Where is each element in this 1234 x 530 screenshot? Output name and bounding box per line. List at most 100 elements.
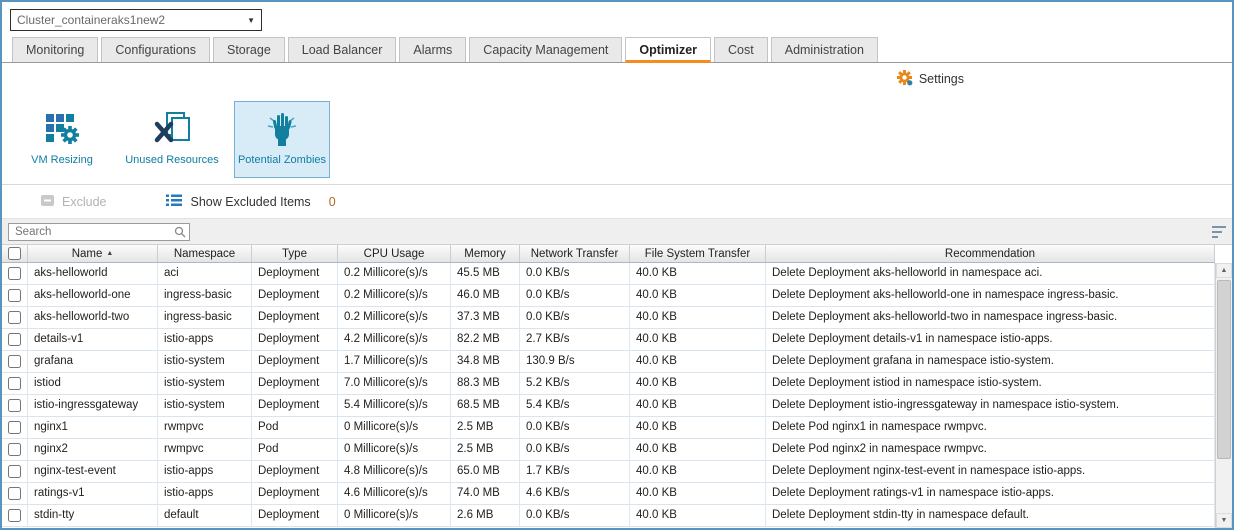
column-header-file-system-transfer[interactable]: File System Transfer — [630, 245, 766, 262]
table-row[interactable]: stdin-ttydefaultDeployment0 Millicore(s)… — [2, 505, 1215, 527]
cell-memory: 45.5 MB — [451, 263, 520, 285]
cell-rec: Delete Pod nginx1 in namespace rwmpvc. — [766, 417, 1215, 439]
table-row[interactable]: istio-ingressgatewayistio-systemDeployme… — [2, 395, 1215, 417]
table-row[interactable]: details-v1istio-appsDeployment4.2 Millic… — [2, 329, 1215, 351]
select-all-checkbox[interactable] — [8, 247, 21, 260]
table-scrollbar[interactable]: ▲ ▼ — [1215, 263, 1232, 528]
cluster-selector-value: Cluster_containeraks1new2 — [17, 13, 165, 27]
tab-optimizer[interactable]: Optimizer — [625, 37, 711, 63]
cell-name: grafana — [28, 351, 158, 373]
cell-memory: 82.2 MB — [451, 329, 520, 351]
cell-rec: Delete Deployment istiod in namespace is… — [766, 373, 1215, 395]
tab-administration[interactable]: Administration — [771, 37, 878, 62]
cell-namespace: istio-system — [158, 373, 252, 395]
cell-network: 0.0 KB/s — [520, 307, 630, 329]
cell-cpu: 0 Millicore(s)/s — [338, 505, 451, 527]
row-checkbox[interactable] — [8, 289, 21, 302]
exclude-button[interactable]: Exclude — [40, 194, 106, 210]
row-checkbox-cell — [2, 373, 28, 395]
exclude-label: Exclude — [62, 195, 106, 209]
row-checkbox[interactable] — [8, 487, 21, 500]
table-row[interactable]: nginx-test-eventistio-appsDeployment4.8 … — [2, 461, 1215, 483]
row-checkbox[interactable] — [8, 267, 21, 280]
column-header-type[interactable]: Type — [252, 245, 338, 262]
row-checkbox[interactable] — [8, 333, 21, 346]
table-row[interactable]: istiodistio-systemDeployment7.0 Millicor… — [2, 373, 1215, 395]
table-options-icon[interactable] — [1212, 226, 1226, 238]
cell-network: 130.9 B/s — [520, 351, 630, 373]
cell-name: istio-ingressgateway — [28, 395, 158, 417]
cell-memory: 65.0 MB — [451, 461, 520, 483]
cell-fs: 40.0 KB — [630, 439, 766, 461]
row-checkbox[interactable] — [8, 465, 21, 478]
cell-name: aks-helloworld-one — [28, 285, 158, 307]
cell-fs: 40.0 KB — [630, 505, 766, 527]
cell-name: istiod — [28, 373, 158, 395]
row-checkbox-cell — [2, 263, 28, 285]
tab-monitoring[interactable]: Monitoring — [12, 37, 98, 62]
column-header-network-transfer[interactable]: Network Transfer — [520, 245, 630, 262]
row-checkbox-cell — [2, 285, 28, 307]
column-header-namespace[interactable]: Namespace — [158, 245, 252, 262]
cell-fs: 40.0 KB — [630, 263, 766, 285]
cell-memory: 2.5 MB — [451, 439, 520, 461]
row-checkbox[interactable] — [8, 421, 21, 434]
row-checkbox[interactable] — [8, 311, 21, 324]
scroll-up-button[interactable]: ▲ — [1216, 263, 1232, 278]
tab-cost[interactable]: Cost — [714, 37, 768, 62]
tool-unused-resources[interactable]: Unused Resources — [124, 101, 220, 178]
cell-cpu: 0 Millicore(s)/s — [338, 439, 451, 461]
cell-network: 0.0 KB/s — [520, 439, 630, 461]
column-header-name[interactable]: Name ▲ — [28, 245, 158, 262]
table-row[interactable]: nginx2rwmpvcPod0 Millicore(s)/s2.5 MB0.0… — [2, 439, 1215, 461]
optimizer-tools: VM Resizing Unused Resources — [2, 95, 1232, 185]
column-header-memory[interactable]: Memory — [451, 245, 520, 262]
cell-namespace: default — [158, 505, 252, 527]
row-checkbox-cell — [2, 395, 28, 417]
table-row[interactable]: grafanaistio-systemDeployment1.7 Millico… — [2, 351, 1215, 373]
tab-storage[interactable]: Storage — [213, 37, 285, 62]
scroll-down-button[interactable]: ▼ — [1216, 513, 1232, 528]
cell-rec: Delete Deployment aks-helloworld-one in … — [766, 285, 1215, 307]
column-header-recommendation[interactable]: Recommendation — [766, 245, 1215, 262]
table-row[interactable]: ratings-v1istio-appsDeployment4.6 Millic… — [2, 483, 1215, 505]
tab-alarms[interactable]: Alarms — [399, 37, 466, 62]
row-checkbox[interactable] — [8, 399, 21, 412]
cell-network: 0.0 KB/s — [520, 285, 630, 307]
show-excluded-items-button[interactable]: Show Excluded Items — [166, 194, 310, 210]
table-row[interactable]: nginx1rwmpvcPod0 Millicore(s)/s2.5 MB0.0… — [2, 417, 1215, 439]
scrollbar-track[interactable] — [1216, 278, 1232, 513]
tab-capacity-management[interactable]: Capacity Management — [469, 37, 622, 62]
settings-gear-icon — [896, 69, 913, 89]
chevron-down-icon: ▼ — [247, 16, 255, 25]
search-icon — [174, 226, 186, 241]
row-checkbox[interactable] — [8, 355, 21, 368]
cell-rec: Delete Deployment nginx-test-event in na… — [766, 461, 1215, 483]
cell-network: 4.6 KB/s — [520, 483, 630, 505]
search-row — [2, 219, 1232, 245]
row-checkbox[interactable] — [8, 377, 21, 390]
table-row[interactable]: aks-helloworldaciDeployment0.2 Millicore… — [2, 263, 1215, 285]
vm-resizing-icon — [43, 109, 81, 149]
cell-name: aks-helloworld — [28, 263, 158, 285]
tab-load-balancer[interactable]: Load Balancer — [288, 37, 397, 62]
scrollbar-thumb[interactable] — [1217, 280, 1231, 459]
column-header-cpu-usage[interactable]: CPU Usage — [338, 245, 451, 262]
row-checkbox[interactable] — [8, 509, 21, 522]
cell-type: Deployment — [252, 505, 338, 527]
row-checkbox[interactable] — [8, 443, 21, 456]
table-row[interactable]: aks-helloworld-oneingress-basicDeploymen… — [2, 285, 1215, 307]
cell-network: 0.0 KB/s — [520, 417, 630, 439]
cell-cpu: 0.2 Millicore(s)/s — [338, 307, 451, 329]
exclude-toolbar: Exclude Show Excluded Items 0 — [2, 185, 1232, 219]
cell-rec: Delete Deployment istio-ingressgateway i… — [766, 395, 1215, 417]
tool-potential-zombies[interactable]: Potential Zombies — [234, 101, 330, 178]
row-checkbox-cell — [2, 439, 28, 461]
cell-type: Deployment — [252, 373, 338, 395]
table-row[interactable]: aks-helloworld-twoingress-basicDeploymen… — [2, 307, 1215, 329]
settings-button[interactable]: Settings — [896, 69, 964, 89]
cluster-selector[interactable]: Cluster_containeraks1new2 ▼ — [10, 9, 262, 31]
tool-vm-resizing[interactable]: VM Resizing — [14, 101, 110, 178]
search-input[interactable] — [8, 223, 190, 241]
tab-configurations[interactable]: Configurations — [101, 37, 210, 62]
